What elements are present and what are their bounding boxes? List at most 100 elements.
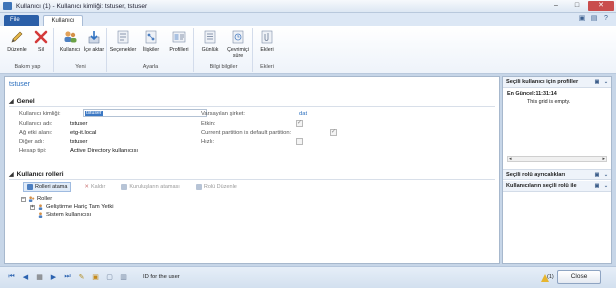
profiles-icon [172, 31, 186, 43]
factbox-menu-icon[interactable]: ▣ [594, 172, 600, 178]
tab-file[interactable]: File [4, 15, 39, 26]
previous-record-icon[interactable]: ◀ [21, 273, 30, 281]
import-button[interactable]: İçe aktar [79, 29, 109, 53]
assign-roles-icon [27, 184, 33, 190]
user-name-value: tstuser [70, 121, 88, 127]
options-button[interactable]: Seçenekler [108, 29, 138, 53]
empty-grid-text: This grid is empty. [527, 99, 571, 105]
default-company-field: Varsayılan şirket: dat [201, 111, 308, 117]
alias-value: tstuser [70, 139, 88, 145]
user-id-input[interactable]: tstuser [83, 109, 207, 117]
online-time-button[interactable]: Çevrimiçi süre [223, 29, 253, 59]
edit-role-icon [195, 184, 202, 190]
collapse-chevron-icon[interactable]: ◢ [9, 98, 14, 105]
general-section-header[interactable]: ◢ Genel [9, 98, 35, 105]
users-with-role-header[interactable]: Kullanıcıların seçili rolü ile ▣ ⌄ [503, 181, 611, 192]
user-id-field: Kullanıcı kimliği: tstuser [19, 109, 219, 118]
attachment-icon [261, 30, 273, 44]
close-button[interactable]: Close [557, 270, 601, 284]
tree-node-roles[interactable]: − Roller [21, 196, 52, 202]
page-title: tstuser [9, 81, 31, 88]
grid-icon[interactable]: ▥ [119, 273, 128, 281]
profiles-factbox-header[interactable]: Seçili kullanıcı için profiller ▣ ⌄ [503, 77, 611, 88]
default-partition-checkbox[interactable]: ✓ [330, 129, 337, 136]
factbox-menu-icon[interactable]: ▣ [594, 183, 600, 189]
scroll-right-icon[interactable]: ▸ [602, 156, 605, 162]
layout-icon[interactable]: ▢ [105, 273, 114, 281]
remove-button[interactable]: ✕ Kaldır [81, 182, 108, 192]
options-icon [117, 30, 129, 44]
view-toggle-icon[interactable]: ▣ [91, 273, 100, 281]
speed-field: Hızlı: [201, 138, 341, 146]
users-icon [64, 31, 77, 43]
window-title: Kullanıcı (1) - Kullanıcı kimliği: tstus… [16, 2, 148, 10]
minimize-icon[interactable]: – [546, 1, 566, 11]
profiles-button[interactable]: Profilleri [164, 29, 194, 53]
app-icon [3, 2, 12, 10]
chevron-down-icon[interactable]: ⌄ [603, 183, 609, 189]
relations-icon [145, 30, 157, 44]
default-partition-field: Current partition is default partition: … [201, 129, 337, 136]
next-record-icon[interactable]: ▶ [49, 273, 58, 281]
delete-button[interactable]: Sil [26, 29, 56, 53]
user-name-field: Kullanıcı adı: tstuser [19, 121, 88, 127]
log-button[interactable]: Günlük [195, 29, 225, 53]
tree-toggle-icon[interactable]: − [21, 196, 26, 202]
ribbon-group-attachments: Ekleri Ekleri [254, 28, 280, 72]
assign-roles-button[interactable]: Rolleri atama [23, 182, 72, 192]
status-bar: ⏮ ◀ ▦ ▶ ⏭ ✎ ▣ ▢ ▥ ID for the user (1) Cl… [0, 266, 616, 288]
ribbon-group-new: Kullanıcı İçe aktar Yeni [55, 28, 107, 72]
scroll-left-icon[interactable]: ◂ [509, 156, 512, 162]
window-titlebar: Kullanıcı (1) - Kullanıcı kimliği: tstus… [0, 0, 616, 13]
last-record-icon[interactable]: ⏭ [63, 273, 72, 281]
info-icon[interactable]: ▤ [590, 15, 598, 23]
users-icon [28, 196, 35, 202]
pencil-icon [11, 31, 23, 43]
default-company-value[interactable]: dat [299, 111, 307, 117]
org-assign-button[interactable]: Kuruluşların ataması [118, 182, 182, 192]
help-icon[interactable]: ▣ [578, 15, 586, 23]
org-assign-icon [121, 184, 128, 190]
alias-field: Diğer adı: tstuser [19, 139, 88, 145]
close-window-icon[interactable]: ✕ [588, 1, 614, 11]
ribbon: Düzenle Sil Bakım yap Kullanıcı İçe akta… [0, 26, 616, 74]
speed-checkbox[interactable] [296, 138, 303, 145]
tree-node-role[interactable]: Sistem kullanıcısı [37, 212, 91, 218]
delete-x-icon [34, 30, 48, 44]
chevron-down-icon[interactable]: ⌄ [603, 172, 609, 178]
collapse-chevron-icon[interactable]: ◢ [9, 171, 14, 178]
ribbon-group-setup: Seçenekler İlişkiler Profilleri Ayarla [108, 28, 194, 72]
tree-toggle-icon[interactable]: + [30, 204, 35, 210]
account-type-field: Hesap tipi: Active Directory kullanıcısı [19, 148, 138, 154]
question-icon[interactable]: ? [602, 15, 610, 23]
horizontal-scrollbar[interactable]: ◂ ▸ [507, 156, 607, 162]
divider [9, 179, 495, 180]
tree-node-role[interactable]: + Geliştirme Hariç Tam Yetki [30, 204, 114, 210]
log-icon [204, 30, 216, 44]
relations-button[interactable]: İlişkiler [136, 29, 166, 53]
first-record-icon[interactable]: ⏮ [7, 273, 16, 281]
remove-x-icon: ✕ [84, 184, 90, 190]
online-time-icon [232, 30, 244, 44]
factbox-pane: Seçili kullanıcı için profiller ▣ ⌄ En Gü… [502, 76, 612, 264]
ribbon-tabs: File Kullanıcı ▣ ▤ ? [0, 13, 616, 26]
account-type-value: Active Directory kullanıcısı [70, 148, 138, 154]
roles-toolbar: Rolleri atama ✕ Kaldır Kuruluşların atam… [23, 182, 240, 192]
factbox-menu-icon[interactable]: ▣ [594, 79, 600, 85]
tab-users[interactable]: Kullanıcı [43, 15, 83, 26]
role-privileges-header[interactable]: Seçili rolü ayrıcalıkları ▣ ⌄ [503, 169, 611, 180]
chevron-down-icon[interactable]: ⌄ [603, 79, 609, 85]
notification-count[interactable]: (1) [547, 274, 554, 280]
user-roles-section-header[interactable]: ◢ Kullanıcı rolleri [9, 171, 64, 178]
enabled-field: Etkin: ✓ [201, 120, 303, 127]
attachments-button[interactable]: Ekleri [252, 29, 282, 53]
grid-icon[interactable]: ▦ [35, 273, 44, 281]
ribbon-group-maintain: Düzenle Sil Bakım yap [2, 28, 54, 72]
enabled-checkbox[interactable]: ✓ [296, 120, 303, 127]
edit-mode-icon[interactable]: ✎ [77, 273, 86, 281]
divider [9, 106, 495, 107]
ribbon-group-info: Günlük Çevrimiçi süre Bilgi bilgiler [195, 28, 253, 72]
edit-role-button[interactable]: Rolü Düzenle [193, 182, 240, 192]
user-icon [38, 212, 43, 218]
maximize-icon[interactable]: □ [567, 1, 587, 11]
